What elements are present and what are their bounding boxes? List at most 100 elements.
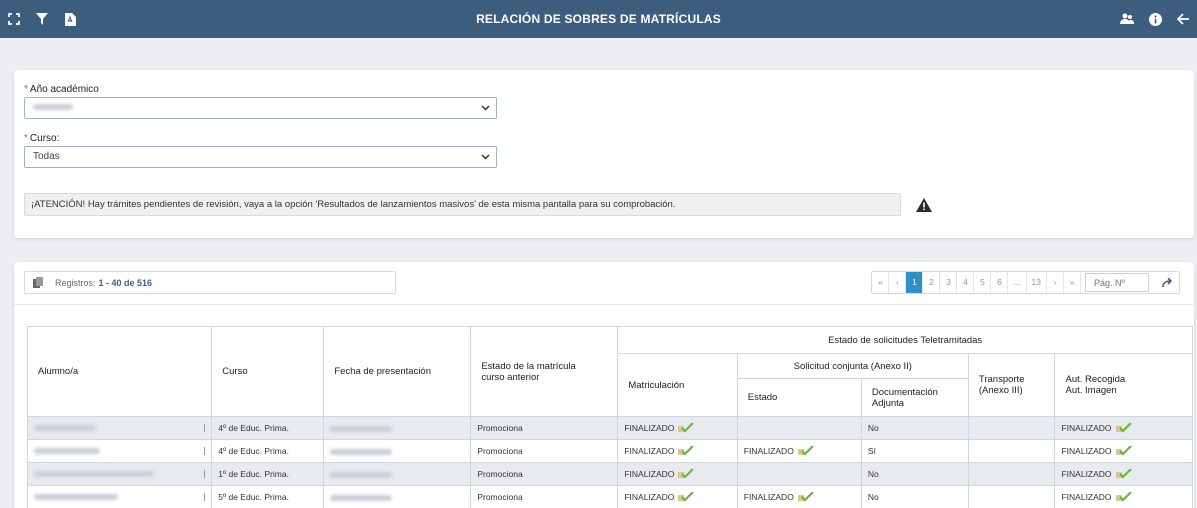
filter-panel: * Año académico * Curso: Todas ¡ATENCIÓN! … [14, 70, 1194, 238]
page-button[interactable]: 4 [957, 272, 975, 293]
check-icon [678, 446, 695, 456]
pdf-icon[interactable] [56, 0, 84, 38]
records-range: 1 - 40 de 516 [98, 277, 153, 288]
page-button[interactable]: 2 [923, 272, 941, 293]
divider [14, 304, 1194, 305]
cell-estado [736, 416, 862, 440]
cell-fecha [323, 439, 472, 463]
cell-estado-anterior: Promociona [470, 439, 619, 463]
cell-estado-anterior: Promociona [470, 462, 619, 486]
cell-documentacion: Sí [860, 439, 969, 463]
cell-transporte [967, 439, 1056, 463]
header-estado[interactable]: Estado [736, 378, 862, 417]
chevron-down-icon [481, 147, 490, 175]
back-arrow-icon[interactable] [1169, 0, 1197, 38]
expand-icon[interactable] [0, 0, 28, 38]
table-row[interactable]: 1º de Educ. Prima. Promociona FINALIZADO… [26, 462, 1193, 486]
users-icon[interactable] [1113, 0, 1141, 38]
header-group-teletramitadas: Estado de solicitudes Teletramitadas [617, 326, 1193, 354]
header-solicitud: Solicitud conjunta (Anexo II) [736, 353, 969, 379]
cell-estado-anterior: Promociona [470, 416, 619, 440]
page-button[interactable]: 3 [940, 272, 958, 293]
cell-estado [736, 462, 862, 486]
header-matriculacion[interactable]: Matriculación [617, 353, 738, 417]
cell-curso: 1º de Educ. Prima. [211, 462, 325, 486]
header-fecha[interactable]: Fecha de presentación [323, 326, 472, 417]
page-button[interactable]: 1 [906, 272, 924, 293]
header-transporte[interactable]: Transporte (Anexo III) [967, 353, 1056, 417]
table-row[interactable]: 4º de Educ. Prima. Promociona FINALIZADO… [26, 416, 1193, 440]
cell-fecha [323, 462, 472, 486]
cell-curso: 5º de Educ. Prima. [211, 485, 325, 508]
check-icon [797, 492, 814, 502]
table-row[interactable]: 5º de Educ. Prima. Promociona FINALIZADO… [26, 485, 1193, 508]
header-alumno[interactable]: Alumno/a [26, 326, 213, 417]
check-icon [678, 423, 695, 433]
filter-icon[interactable] [28, 0, 56, 38]
cell-estado: FINALIZADO [736, 439, 862, 463]
cell-documentacion: No [860, 485, 969, 508]
cell-curso: 4º de Educ. Prima. [211, 439, 325, 463]
cell-aut: FINALIZADO [1054, 485, 1193, 508]
header-aut[interactable]: Aut. Recogida Aut. Imagen [1054, 353, 1193, 417]
course-label: * Curso: [24, 133, 60, 144]
prev-page-button[interactable]: ‹ [889, 272, 907, 293]
cell-alumno [26, 439, 213, 463]
cell-matriculacion: FINALIZADO [617, 462, 738, 486]
year-label: * Año académico [24, 84, 99, 95]
pagination: « ‹ 1 2 3 4 5 6 ... 13 › » [871, 271, 1180, 294]
table-row[interactable]: 4º de Educ. Prima. Promociona FINALIZADO… [26, 439, 1193, 463]
check-icon [678, 492, 695, 502]
year-select[interactable] [24, 97, 497, 119]
check-icon [797, 446, 814, 456]
records-prefix: Registros: [55, 277, 96, 288]
header-curso[interactable]: Curso [211, 326, 325, 417]
top-bar: RELACIÓN DE SOBRES DE MATRÍCULAS [0, 0, 1197, 38]
records-box: Registros: 1 - 40 de 516 [24, 271, 396, 294]
cell-fecha [323, 416, 472, 440]
next-page-button[interactable]: › [1047, 272, 1064, 293]
year-value-blurred [33, 104, 73, 111]
cell-documentacion: No [860, 416, 969, 440]
cell-alumno [26, 462, 213, 486]
header-estado-anterior[interactable]: Estado de la matrícula curso anterior [470, 326, 619, 417]
header-documentacion[interactable]: Documentación Adjunta [860, 378, 969, 417]
cell-curso: 4º de Educ. Prima. [211, 416, 325, 440]
check-icon [1115, 423, 1132, 433]
page-title: RELACIÓN DE SOBRES DE MATRÍCULAS [476, 12, 721, 26]
cell-aut: FINALIZADO [1054, 462, 1193, 486]
check-icon [1115, 492, 1132, 502]
page-ellipsis: ... [1008, 272, 1027, 293]
check-icon [678, 469, 695, 479]
cell-estado-anterior: Promociona [470, 485, 619, 508]
cell-transporte [967, 485, 1056, 508]
first-page-button[interactable]: « [872, 272, 890, 293]
go-arrow-icon[interactable] [1155, 272, 1179, 293]
page-button[interactable]: 5 [974, 272, 992, 293]
cell-aut: FINALIZADO [1054, 439, 1193, 463]
page-button[interactable]: 13 [1027, 272, 1047, 293]
info-icon[interactable] [1141, 0, 1169, 38]
page-button[interactable]: 6 [991, 272, 1009, 293]
results-panel: Registros: 1 - 40 de 516 « ‹ 1 2 3 4 5 6… [14, 262, 1194, 508]
results-table: Alumno/a Curso Fecha de presentación Est… [26, 326, 1193, 508]
pending-alert: ¡ATENCIÓN! Hay trámites pendientes de re… [24, 193, 901, 216]
cell-fecha [323, 485, 472, 508]
cell-aut: FINALIZADO [1054, 416, 1193, 440]
cell-matriculacion: FINALIZADO [617, 485, 738, 508]
copy-icon[interactable] [33, 277, 43, 288]
cell-matriculacion: FINALIZADO [617, 416, 738, 440]
check-icon [1115, 469, 1132, 479]
cell-estado: FINALIZADO [736, 485, 862, 508]
cell-alumno [26, 416, 213, 440]
cell-transporte [967, 416, 1056, 440]
check-icon [1115, 446, 1132, 456]
course-select-value: Todas [33, 151, 60, 162]
warning-icon [916, 198, 932, 212]
cell-alumno [26, 485, 213, 508]
last-page-button[interactable]: » [1064, 272, 1081, 293]
page-number-input[interactable] [1085, 273, 1149, 292]
course-select[interactable]: Todas [24, 146, 497, 168]
chevron-down-icon [481, 98, 490, 126]
cell-matriculacion: FINALIZADO [617, 439, 738, 463]
